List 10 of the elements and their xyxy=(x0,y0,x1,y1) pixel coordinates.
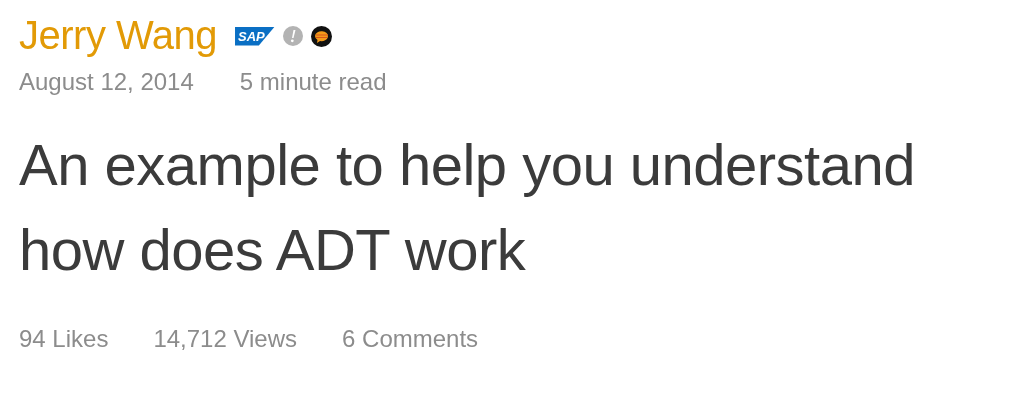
exclamation-icon xyxy=(282,26,303,46)
company-logo: SAP xyxy=(235,26,275,46)
read-time: 5 minute read xyxy=(239,70,387,94)
author-name[interactable]: Jerry Wang xyxy=(19,15,217,55)
stat-count: 6 Comments xyxy=(342,327,479,351)
article-title: An example to help you understand how does ADT work xyxy=(19,131,916,284)
stat-count: 94 Likes xyxy=(19,327,109,351)
speech-bubble-icon xyxy=(310,25,332,47)
stat-count: 14,712 Views xyxy=(153,327,298,351)
post-date: August 12, 2014 xyxy=(19,70,194,94)
